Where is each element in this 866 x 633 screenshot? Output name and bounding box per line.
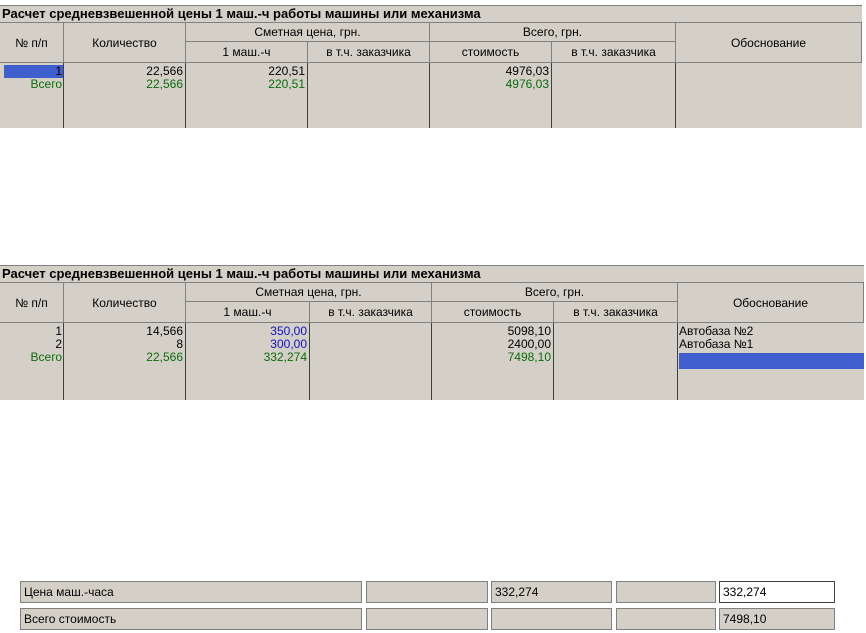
header-price-customer[interactable]: в т.ч. заказчика — [310, 302, 432, 323]
header-basis[interactable]: Обоснование — [676, 23, 862, 63]
total-price: 332,274 — [263, 350, 307, 364]
table-row[interactable]: 2 8 300,00 2400,00 Автобаза №1 — [0, 338, 864, 351]
summary-row-total: Всего стоимость 7498,10 — [20, 608, 858, 631]
header-price-unit[interactable]: 1 маш.-ч — [186, 302, 310, 323]
summary-empty-cell — [366, 581, 488, 603]
header-total-customer[interactable]: в т.ч. заказчика — [552, 42, 676, 63]
calc-panel-1: Расчет средневзвешенной цены 1 маш.-ч ра… — [0, 5, 862, 128]
table-header: № п/п Количество Сметная цена, грн. 1 ма… — [0, 283, 864, 323]
header-qty[interactable]: Количество — [64, 283, 186, 323]
total-row[interactable]: Всего 22,566 220,51 4976,03 — [0, 78, 862, 91]
total-price: 220,51 — [268, 77, 305, 91]
table-body: 1 22,566 220,51 4976,03 Всего 22,566 220… — [0, 63, 862, 128]
table-row[interactable]: 1 22,566 220,51 4976,03 — [0, 65, 862, 78]
row-basis: Автобаза №1 — [679, 337, 754, 351]
summary-value[interactable]: 7498,10 — [719, 608, 835, 630]
panel-title: Расчет средневзвешенной цены 1 маш.-ч ра… — [0, 5, 862, 23]
total-cost: 4976,03 — [505, 77, 549, 91]
total-label: Всего — [30, 77, 62, 91]
total-label: Всего — [30, 350, 62, 364]
header-price-group[interactable]: Сметная цена, грн. — [186, 283, 432, 302]
header-price-unit[interactable]: 1 маш.-ч — [186, 42, 308, 63]
table-header: № п/п Количество Сметная цена, грн. 1 ма… — [0, 23, 862, 63]
header-qty[interactable]: Количество — [64, 23, 186, 63]
header-total-group[interactable]: Всего, грн. — [432, 283, 678, 302]
total-qty: 22,566 — [146, 350, 183, 364]
header-price-customer[interactable]: в т.ч. заказчика — [308, 42, 430, 63]
header-total-customer[interactable]: в т.ч. заказчика — [554, 302, 678, 323]
header-num[interactable]: № п/п — [0, 283, 64, 323]
header-total-cost[interactable]: стоимость — [432, 302, 554, 323]
total-qty: 22,566 — [146, 77, 183, 91]
header-basis[interactable]: Обоснование — [678, 283, 864, 323]
summary-empty-cell — [491, 608, 612, 630]
panel-title: Расчет средневзвешенной цены 1 маш.-ч ра… — [0, 265, 864, 283]
summary-label: Всего стоимость — [20, 608, 362, 630]
header-num[interactable]: № п/п — [0, 23, 64, 63]
summary-value: 332,274 — [491, 581, 612, 603]
table-body: 1 14,566 350,00 5098,10 Автобаза №2 2 8 … — [0, 323, 864, 400]
summary-edit-field[interactable]: 332,274 — [719, 581, 835, 603]
total-cost: 7498,10 — [507, 350, 551, 364]
summary-empty-cell — [366, 608, 488, 630]
header-total-group[interactable]: Всего, грн. — [430, 23, 676, 42]
summary-empty-cell — [616, 581, 716, 603]
total-row[interactable]: Всего 22,566 332,274 7498,10 — [0, 351, 864, 364]
header-total-cost[interactable]: стоимость — [430, 42, 552, 63]
calc-panel-2: Расчет средневзвешенной цены 1 маш.-ч ра… — [0, 265, 864, 400]
header-price-group[interactable]: Сметная цена, грн. — [186, 23, 430, 42]
summary-label: Цена маш.-часа — [20, 581, 362, 603]
summary-row-price: Цена маш.-часа 332,274 332,274 — [20, 581, 858, 604]
summary-empty-cell — [616, 608, 716, 630]
